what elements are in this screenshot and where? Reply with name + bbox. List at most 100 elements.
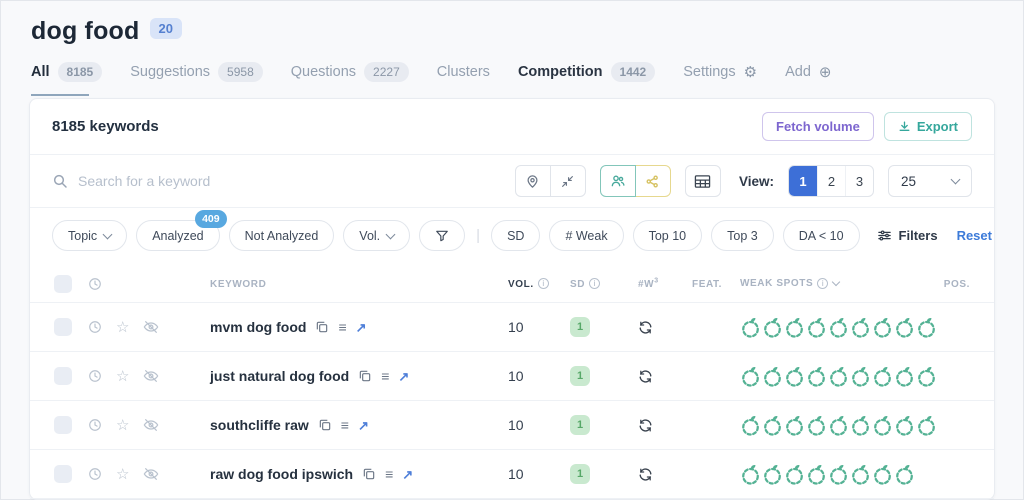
row-checkbox[interactable] <box>54 465 72 483</box>
refresh-icon[interactable] <box>638 320 692 335</box>
table-view-button[interactable] <box>684 165 721 197</box>
view-option-3[interactable]: 3 <box>845 166 873 196</box>
weak-spot-fruit-icon[interactable] <box>872 316 893 339</box>
filter-funnel[interactable] <box>419 220 466 251</box>
view-option-2[interactable]: 2 <box>817 166 845 196</box>
external-link-icon[interactable]: ↗ <box>358 419 369 432</box>
search-input[interactable] <box>78 173 378 189</box>
weak-spot-fruit-icon[interactable] <box>784 414 805 437</box>
eye-off-icon[interactable] <box>143 417 159 433</box>
keyword-text[interactable]: just natural dog food <box>210 368 349 384</box>
filter-vol[interactable]: Vol. <box>343 220 411 251</box>
tab-add[interactable]: Add ⊕ <box>785 63 831 81</box>
header-keyword[interactable]: KEYWORD <box>210 279 266 290</box>
external-link-icon[interactable]: ↗ <box>398 370 409 383</box>
weak-spot-fruit-icon[interactable] <box>740 316 761 339</box>
list-icon[interactable]: ≡ <box>338 320 346 334</box>
weak-spot-fruit-icon[interactable] <box>784 365 805 388</box>
refresh-icon[interactable] <box>638 418 692 433</box>
tab-all[interactable]: All 8185 <box>31 62 103 96</box>
weak-spot-fruit-icon[interactable] <box>828 365 849 388</box>
star-icon[interactable]: ☆ <box>116 320 129 335</box>
header-feat[interactable]: FEAT. <box>692 279 722 290</box>
copy-icon[interactable] <box>315 320 329 334</box>
view-option-1[interactable]: 1 <box>789 166 817 196</box>
tab-suggestions[interactable]: Suggestions 5958 <box>130 62 263 82</box>
external-link-icon[interactable]: ↗ <box>356 321 367 334</box>
list-icon[interactable]: ≡ <box>385 467 393 481</box>
filter-top10[interactable]: Top 10 <box>632 220 703 251</box>
weak-spot-fruit-icon[interactable] <box>916 414 937 437</box>
filter-analyzed[interactable]: Analyzed 409 <box>136 210 227 251</box>
refresh-icon[interactable] <box>638 467 692 482</box>
eye-off-icon[interactable] <box>143 466 159 482</box>
row-checkbox[interactable] <box>54 318 72 336</box>
refresh-icon[interactable] <box>638 369 692 384</box>
copy-icon[interactable] <box>358 369 372 383</box>
weak-spot-fruit-icon[interactable] <box>894 365 915 388</box>
star-icon[interactable]: ☆ <box>116 467 129 482</box>
clock-icon[interactable] <box>88 467 102 481</box>
eye-off-icon[interactable] <box>143 319 159 335</box>
location-pin-button[interactable] <box>514 165 551 197</box>
weak-spot-fruit-icon[interactable] <box>828 463 849 486</box>
weak-spot-fruit-icon[interactable] <box>872 463 893 486</box>
filters-button[interactable]: Filters <box>877 228 938 243</box>
filter-not-analyzed[interactable]: Not Analyzed <box>228 220 335 251</box>
weak-spot-fruit-icon[interactable] <box>806 463 827 486</box>
star-icon[interactable]: ☆ <box>116 418 129 433</box>
export-button[interactable]: Export <box>883 112 972 141</box>
copy-icon[interactable] <box>362 467 376 481</box>
weak-spot-fruit-icon[interactable] <box>894 316 915 339</box>
clock-icon[interactable] <box>88 418 102 432</box>
filter-topic[interactable]: Topic <box>52 220 128 251</box>
filter-sd[interactable]: SD <box>491 220 541 251</box>
select-all-checkbox[interactable] <box>54 275 72 293</box>
weak-spot-fruit-icon[interactable] <box>850 463 871 486</box>
weak-spot-fruit-icon[interactable] <box>784 316 805 339</box>
weak-spot-fruit-icon[interactable] <box>828 316 849 339</box>
weak-spot-fruit-icon[interactable] <box>916 316 937 339</box>
eye-off-icon[interactable] <box>143 368 159 384</box>
star-icon[interactable]: ☆ <box>116 369 129 384</box>
collapse-button[interactable] <box>549 165 586 197</box>
reset-button[interactable]: Reset <box>957 228 992 243</box>
page-size-select[interactable]: 25 <box>888 165 972 197</box>
weak-spot-fruit-icon[interactable] <box>784 463 805 486</box>
keyword-text[interactable]: mvm dog food <box>210 319 306 335</box>
weak-spot-fruit-icon[interactable] <box>762 414 783 437</box>
share-button[interactable] <box>634 165 671 197</box>
header-pos[interactable]: POS. <box>944 279 970 290</box>
keyword-text[interactable]: raw dog food ipswich <box>210 466 353 482</box>
list-icon[interactable]: ≡ <box>381 369 389 383</box>
row-checkbox[interactable] <box>54 367 72 385</box>
tab-competition[interactable]: Competition 1442 <box>518 62 656 82</box>
clock-icon[interactable] <box>88 320 102 334</box>
weak-spot-fruit-icon[interactable] <box>740 463 761 486</box>
weak-spot-fruit-icon[interactable] <box>872 365 893 388</box>
weak-spot-fruit-icon[interactable] <box>740 414 761 437</box>
tab-clusters[interactable]: Clusters <box>437 64 490 80</box>
copy-icon[interactable] <box>318 418 332 432</box>
tab-settings[interactable]: Settings ⚙ <box>683 63 757 81</box>
header-weak-count[interactable]: #W3 <box>638 278 659 290</box>
header-weak-spots[interactable]: WEAK SPOTS i <box>740 277 841 290</box>
weak-spot-fruit-icon[interactable] <box>872 414 893 437</box>
header-sd[interactable]: SD i <box>570 278 601 290</box>
keyword-text[interactable]: southcliffe raw <box>210 417 309 433</box>
filter-weak[interactable]: # Weak <box>549 220 624 251</box>
weak-spot-fruit-icon[interactable] <box>762 365 783 388</box>
weak-spot-fruit-icon[interactable] <box>850 414 871 437</box>
fetch-volume-button[interactable]: Fetch volume <box>762 112 874 141</box>
weak-spot-fruit-icon[interactable] <box>828 414 849 437</box>
row-checkbox[interactable] <box>54 416 72 434</box>
tab-questions[interactable]: Questions 2227 <box>291 62 409 82</box>
external-link-icon[interactable]: ↗ <box>402 468 413 481</box>
weak-spot-fruit-icon[interactable] <box>762 463 783 486</box>
weak-spot-fruit-icon[interactable] <box>850 365 871 388</box>
weak-spot-fruit-icon[interactable] <box>740 365 761 388</box>
people-button[interactable] <box>599 165 636 197</box>
weak-spot-fruit-icon[interactable] <box>894 414 915 437</box>
weak-spot-fruit-icon[interactable] <box>762 316 783 339</box>
weak-spot-fruit-icon[interactable] <box>850 316 871 339</box>
